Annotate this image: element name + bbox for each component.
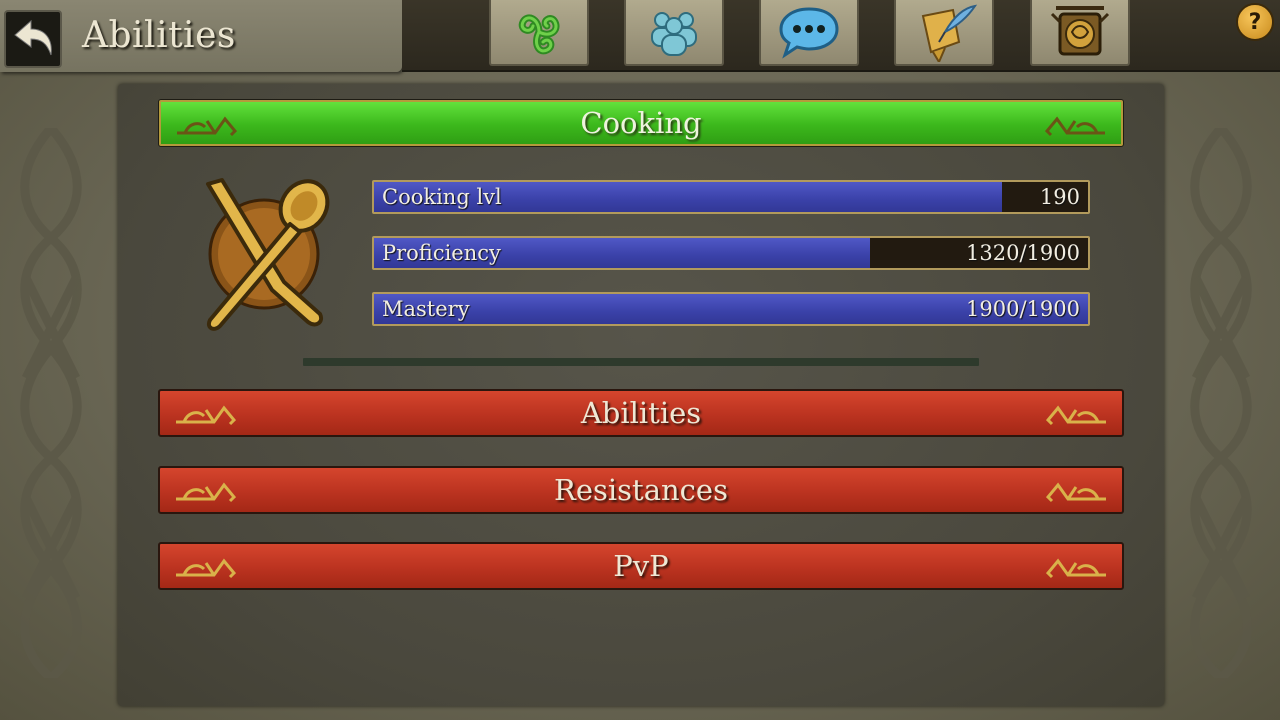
ornament-icon (1045, 482, 1106, 503)
back-arrow-icon (14, 19, 52, 56)
celtic-knot-left (20, 128, 82, 678)
tab-triskele[interactable] (489, 0, 589, 66)
ornament-icon (176, 558, 237, 579)
knife-spoon-icon (206, 178, 330, 331)
tab-quests[interactable] (894, 0, 994, 66)
pvp-section-header[interactable]: PvP (158, 542, 1124, 590)
section-label: PvP (613, 549, 669, 583)
tab-party[interactable] (624, 0, 724, 66)
tab-guild[interactable] (1030, 0, 1130, 66)
ornament-icon (176, 405, 237, 426)
title-tab: Abilities (0, 0, 402, 72)
resistances-section-header[interactable]: Resistances (158, 466, 1124, 514)
page-title: Abilities (82, 15, 236, 56)
section-label: Resistances (554, 473, 728, 507)
stat-cooking-level: Cooking lvl 190 (372, 180, 1090, 214)
celtic-knot-right (1190, 128, 1252, 678)
help-button[interactable]: ? (1236, 3, 1274, 41)
abilities-section-header[interactable]: Abilities (158, 389, 1124, 437)
cooking-header[interactable]: Cooking (158, 99, 1124, 147)
cooking-header-label: Cooking (580, 106, 702, 140)
scroll-quill-icon (921, 4, 978, 62)
stat-label: Proficiency (382, 241, 501, 265)
stat-label: Cooking lvl (382, 185, 502, 209)
stat-proficiency: Proficiency 1320/1900 (372, 236, 1090, 270)
group-icon (651, 12, 697, 56)
section-label: Abilities (580, 396, 702, 430)
ornament-icon (1045, 405, 1106, 426)
stat-value: 190 (1039, 185, 1080, 209)
triskele-icon (518, 14, 560, 55)
tab-chat[interactable] (759, 0, 859, 66)
stat-label: Mastery (382, 297, 470, 321)
ornament-icon (176, 482, 237, 503)
ornament-icon (177, 116, 238, 137)
stat-mastery: Mastery 1900/1900 (372, 292, 1090, 326)
back-button[interactable] (4, 10, 62, 68)
section-divider (303, 358, 979, 366)
guild-sign-icon (1050, 6, 1110, 56)
chat-icon (779, 7, 839, 59)
ornament-icon (1044, 116, 1105, 137)
ornament-icon (1045, 558, 1106, 579)
stat-value: 1900/1900 (966, 297, 1080, 321)
stat-value: 1320/1900 (966, 241, 1080, 265)
